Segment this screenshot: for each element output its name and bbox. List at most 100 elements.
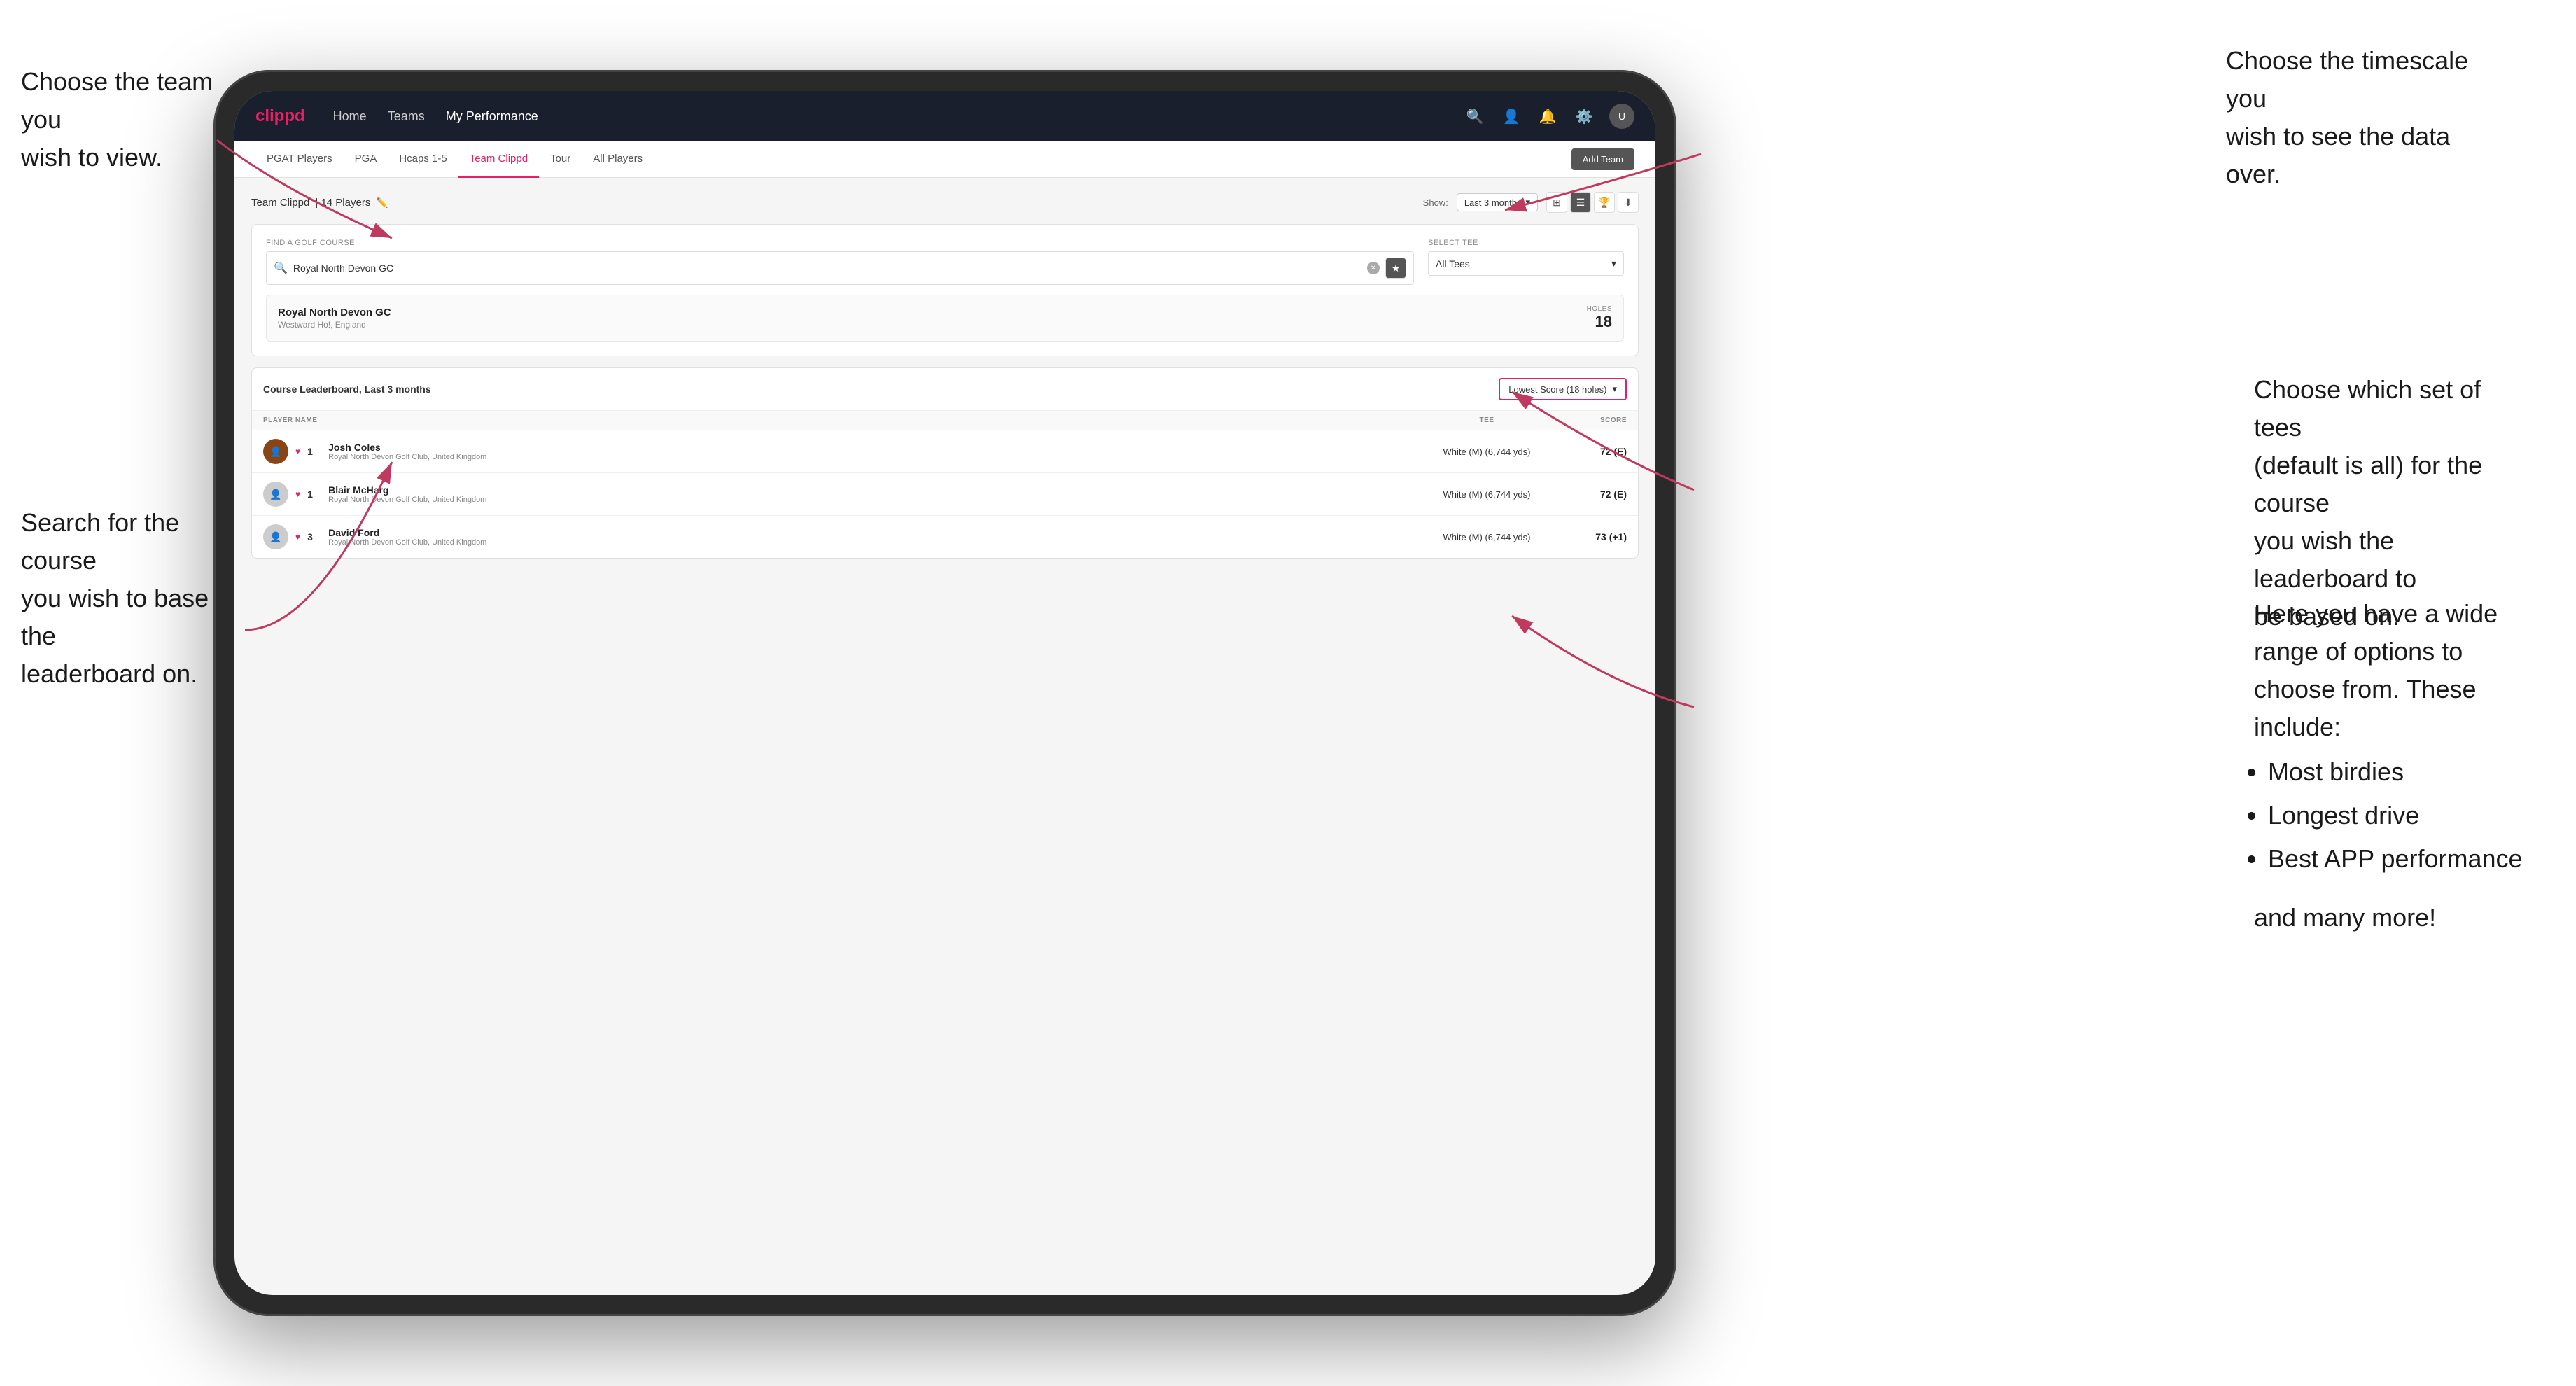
player-club-1: Royal North Devon Golf Club, United King… xyxy=(328,453,486,461)
search-magnify-icon: 🔍 xyxy=(274,261,288,275)
view-icons: ⊞ ☰ 🏆 ⬇ xyxy=(1546,192,1639,213)
subnav-pgat-players[interactable]: PGAT Players xyxy=(255,141,344,178)
player-tee-1: White (M) (6,744 yds) xyxy=(1417,447,1557,457)
list-view-button[interactable]: ☰ xyxy=(1570,192,1591,213)
settings-icon[interactable]: ⚙️ xyxy=(1573,105,1595,127)
col-header-tee: TEE xyxy=(1417,416,1557,424)
table-header: PLAYER NAME TEE SCORE xyxy=(252,411,1638,430)
person-icon[interactable]: 👤 xyxy=(1500,105,1522,127)
player-details-1: Josh Coles Royal North Devon Golf Club, … xyxy=(328,442,486,461)
subnav-hcaps[interactable]: Hcaps 1-5 xyxy=(388,141,458,178)
period-dropdown[interactable]: Last 3 months ▾ xyxy=(1457,193,1538,211)
favourite-button[interactable]: ★ xyxy=(1385,258,1406,279)
edit-icon[interactable]: ✏️ xyxy=(376,197,388,209)
score-type-chevron: ▾ xyxy=(1612,384,1617,395)
leaderboard-table: PLAYER NAME TEE SCORE 👤 ♥ 1 Josh xyxy=(252,411,1638,558)
bullet-drive: Longest drive xyxy=(2268,797,2534,834)
player-club-3: Royal North Devon Golf Club, United King… xyxy=(328,538,486,547)
col-header-player: PLAYER NAME xyxy=(263,416,1417,424)
nav-home[interactable]: Home xyxy=(333,109,367,124)
player-count: | 14 Players xyxy=(315,197,370,209)
course-search-input[interactable] xyxy=(293,262,1362,274)
player-avatar-3: 👤 xyxy=(263,524,288,550)
search-row: Find a Golf Course 🔍 ✕ ★ Select Tee xyxy=(266,239,1624,285)
annotation-bottom-left: Search for the course you wish to base t… xyxy=(21,504,245,693)
subnav-pga[interactable]: PGA xyxy=(344,141,388,178)
tee-dropdown[interactable]: All Tees ▾ xyxy=(1428,251,1624,276)
team-controls: Show: Last 3 months ▾ ⊞ ☰ 🏆 ⬇ xyxy=(1423,192,1639,213)
heart-icon-2[interactable]: ♥ xyxy=(295,489,300,499)
player-col-2: 👤 ♥ 1 Blair McHarg Royal North Devon Gol… xyxy=(263,482,1417,507)
team-name: Team Clippd xyxy=(251,197,309,209)
player-details-3: David Ford Royal North Devon Golf Club, … xyxy=(328,527,486,547)
and-more-text: and many more! xyxy=(2254,899,2534,937)
player-avatar-1: 👤 xyxy=(263,439,288,464)
trophy-view-button[interactable]: 🏆 xyxy=(1594,192,1615,213)
nav-teams[interactable]: Teams xyxy=(388,109,425,124)
nav-my-performance[interactable]: My Performance xyxy=(446,109,538,124)
rank-3: 3 xyxy=(307,531,321,542)
player-col-1: 👤 ♥ 1 Josh Coles Royal North Devon Golf … xyxy=(263,439,1417,464)
table-row: 👤 ♥ 1 Blair McHarg Royal North Devon Gol… xyxy=(252,473,1638,516)
player-name-3: David Ford xyxy=(328,527,486,538)
options-list: Most birdies Longest drive Best APP perf… xyxy=(2254,753,2534,878)
leaderboard-header: Course Leaderboard, Last 3 months Lowest… xyxy=(252,368,1638,411)
subnav-tour[interactable]: Tour xyxy=(539,141,582,178)
holes-badge: Holes 18 xyxy=(1587,305,1612,331)
score-type-dropdown[interactable]: Lowest Score (18 holes) ▾ xyxy=(1499,378,1627,400)
search-icon[interactable]: 🔍 xyxy=(1464,105,1486,127)
rank-2: 1 xyxy=(307,489,321,500)
table-row: 👤 ♥ 1 Josh Coles Royal North Devon Golf … xyxy=(252,430,1638,473)
annotation-bottom-right: Here you have a wide range of options to… xyxy=(2254,595,2534,937)
annotation-top-right: Choose the timescale you wish to see the… xyxy=(2226,42,2506,193)
show-label: Show: xyxy=(1423,197,1448,208)
team-header: Team Clippd | 14 Players ✏️ Show: Last 3… xyxy=(251,192,1639,213)
player-name-2: Blair McHarg xyxy=(328,484,486,496)
select-tee-label: Select Tee xyxy=(1428,239,1624,247)
annotation-top-left: Choose the team you wish to view. xyxy=(21,63,217,176)
heart-icon-1[interactable]: ♥ xyxy=(295,447,300,456)
add-team-button[interactable]: Add Team xyxy=(1572,148,1634,170)
clear-search-button[interactable]: ✕ xyxy=(1367,262,1380,274)
tablet-frame: clippd Home Teams My Performance 🔍 👤 🔔 ⚙… xyxy=(214,70,1676,1316)
holes-number: 18 xyxy=(1587,313,1612,331)
player-score-3: 73 (+1) xyxy=(1557,531,1627,542)
search-section: Find a Golf Course 🔍 ✕ ★ Select Tee xyxy=(251,224,1639,356)
player-score-1: 72 (E) xyxy=(1557,446,1627,457)
subnav-all-players[interactable]: All Players xyxy=(582,141,654,178)
dropdown-chevron: ▾ xyxy=(1525,197,1530,208)
player-score-2: 72 (E) xyxy=(1557,489,1627,500)
heart-icon-3[interactable]: ♥ xyxy=(295,532,300,542)
col-header-score: SCORE xyxy=(1557,416,1627,424)
player-name-1: Josh Coles xyxy=(328,442,486,453)
subnav-team-clippd[interactable]: Team Clippd xyxy=(458,141,539,178)
tee-chevron-icon: ▾ xyxy=(1611,258,1616,270)
rank-1: 1 xyxy=(307,446,321,457)
app-container: clippd Home Teams My Performance 🔍 👤 🔔 ⚙… xyxy=(234,91,1656,1295)
course-info: Royal North Devon GC Westward Ho!, Engla… xyxy=(278,307,391,330)
course-result[interactable]: Royal North Devon GC Westward Ho!, Engla… xyxy=(266,295,1624,342)
player-club-2: Royal North Devon Golf Club, United King… xyxy=(328,496,486,504)
download-button[interactable]: ⬇ xyxy=(1618,192,1639,213)
grid-view-button[interactable]: ⊞ xyxy=(1546,192,1567,213)
player-tee-2: White (M) (6,744 yds) xyxy=(1417,489,1557,500)
player-tee-3: White (M) (6,744 yds) xyxy=(1417,532,1557,542)
player-details-2: Blair McHarg Royal North Devon Golf Club… xyxy=(328,484,486,504)
nav-icons: 🔍 👤 🔔 ⚙️ U xyxy=(1464,104,1634,129)
nav-links: Home Teams My Performance xyxy=(333,109,1464,124)
course-name: Royal North Devon GC xyxy=(278,307,391,318)
tee-select-field: Select Tee All Tees ▾ xyxy=(1428,239,1624,276)
user-avatar[interactable]: U xyxy=(1609,104,1634,129)
course-search-field: Find a Golf Course 🔍 ✕ ★ xyxy=(266,239,1414,285)
top-nav: clippd Home Teams My Performance 🔍 👤 🔔 ⚙… xyxy=(234,91,1656,141)
leaderboard-section: Course Leaderboard, Last 3 months Lowest… xyxy=(251,368,1639,559)
bullet-app: Best APP performance xyxy=(2268,840,2534,878)
player-avatar-2: 👤 xyxy=(263,482,288,507)
table-row: 👤 ♥ 3 David Ford Royal North Devon Golf … xyxy=(252,516,1638,558)
player-col-3: 👤 ♥ 3 David Ford Royal North Devon Golf … xyxy=(263,524,1417,550)
search-input-wrapper: 🔍 ✕ ★ xyxy=(266,251,1414,285)
holes-label: Holes xyxy=(1587,305,1612,313)
leaderboard-title: Course Leaderboard, Last 3 months xyxy=(263,384,431,395)
bell-icon[interactable]: 🔔 xyxy=(1536,105,1559,127)
bullet-birdies: Most birdies xyxy=(2268,753,2534,791)
